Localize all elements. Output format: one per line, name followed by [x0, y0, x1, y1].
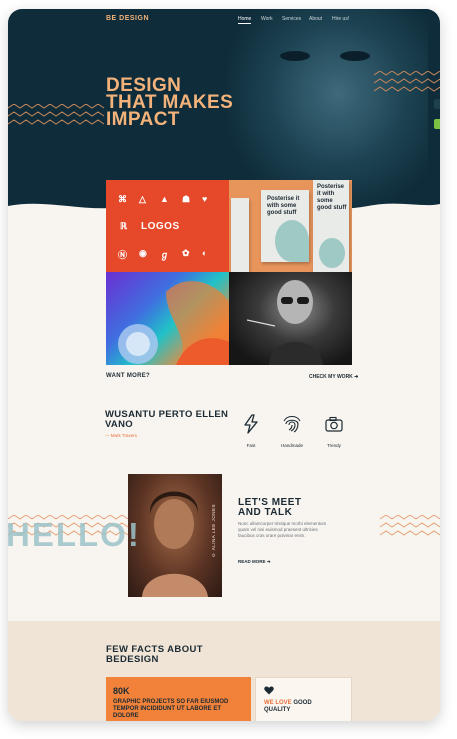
feature-fast: Fast — [233, 413, 269, 448]
meet-portrait-image: © ALINA LEE JONES — [128, 474, 222, 597]
fact-card-projects: 80K GRAPHIC PROJECTS SO FAR EIUSMOD TEMP… — [106, 677, 251, 721]
facts-title-line: BEDESIGN — [106, 654, 159, 665]
meet-title-line: AND TALK — [238, 507, 293, 518]
portfolio-tile-posters[interactable]: Posterise it with some good stuff Poster… — [229, 180, 352, 272]
poster-text: Posterise it with some good stuff — [317, 184, 347, 211]
nav-item-hire[interactable]: Hire us! — [332, 16, 349, 22]
camera-icon — [325, 416, 343, 432]
fact-love-mid: GOOD — [293, 700, 312, 706]
feature-handmade: Handmade — [274, 413, 310, 448]
quote-title: WUSANTU PERTO ELLEN VANO — [105, 409, 229, 430]
facts-title: FEW FACTS ABOUT BEDESIGN — [106, 645, 203, 665]
nav-item-home[interactable]: Home — [238, 16, 252, 24]
fact-love-text: WE LOVE GOOD QUALITY — [264, 700, 344, 714]
zigzag-decoration-right — [374, 71, 440, 92]
check-work-link[interactable]: CHECK MY WORK ➜ — [309, 374, 358, 380]
fact-love-suffix: QUALITY — [264, 707, 291, 713]
hero-headline: DESIGN THAT MAKES IMPACT — [106, 76, 306, 130]
meet-title: LET'S MEET AND TALK — [238, 498, 302, 518]
meet-description: Nunc ullamcorper tristique morbi element… — [238, 521, 327, 538]
portfolio-tile-portrait[interactable] — [229, 272, 352, 365]
portfolio-tile-logos[interactable]: ⌘ △ ▲ ☗ ♥ ℝ LOGOS Ⓝ ◉ ℊ ✿ ◐ — [106, 180, 229, 272]
read-more-link[interactable]: READ MORE ➜ — [238, 559, 271, 565]
heart-icon — [264, 686, 274, 695]
feature-label: Trendy — [327, 443, 341, 448]
feature-label: Handmade — [280, 443, 303, 448]
browser-frame: BE DESIGN Home Work Services About Hire … — [8, 9, 440, 721]
hello-watermark: HELLO! — [8, 516, 141, 553]
site-logo[interactable]: BE DESIGN — [106, 15, 149, 22]
zigzag-decoration-left — [8, 104, 105, 125]
portfolio-mosaic: ⌘ △ ▲ ☗ ♥ ℝ LOGOS Ⓝ ◉ ℊ ✿ ◐ Posterise it… — [106, 180, 352, 365]
nav-item-work[interactable]: Work — [261, 16, 273, 22]
photo-caption: © ALINA LEE JONES — [211, 504, 216, 558]
fact-text: GRAPHIC PROJECTS SO FAR EIUSMOD TEMPOR I… — [113, 699, 229, 719]
side-badge[interactable] — [434, 119, 440, 129]
feature-trendy: Trendy — [316, 413, 352, 448]
want-more-label: WANT MORE? — [106, 373, 150, 379]
headline-line: IMPACT — [106, 109, 180, 130]
fingerprint-icon — [283, 415, 301, 433]
portfolio-tile-abstract[interactable] — [106, 272, 229, 365]
fact-number: 80K — [113, 686, 130, 696]
nav-item-services[interactable]: Services — [282, 16, 301, 22]
poster-text: Posterise it with some good stuff — [267, 196, 300, 216]
lightning-icon — [244, 414, 258, 434]
fact-card-quality: WE LOVE GOOD QUALITY — [255, 677, 352, 721]
side-badge[interactable] — [434, 99, 440, 109]
feature-label: Fast — [246, 443, 256, 448]
logos-label: LOGOS — [141, 221, 180, 232]
nav-item-about[interactable]: About — [309, 16, 322, 22]
quote-author: — Mark Travers — [105, 433, 138, 438]
fact-love-prefix: WE LOVE — [264, 700, 292, 706]
zigzag-decoration-meet-right — [380, 515, 440, 536]
